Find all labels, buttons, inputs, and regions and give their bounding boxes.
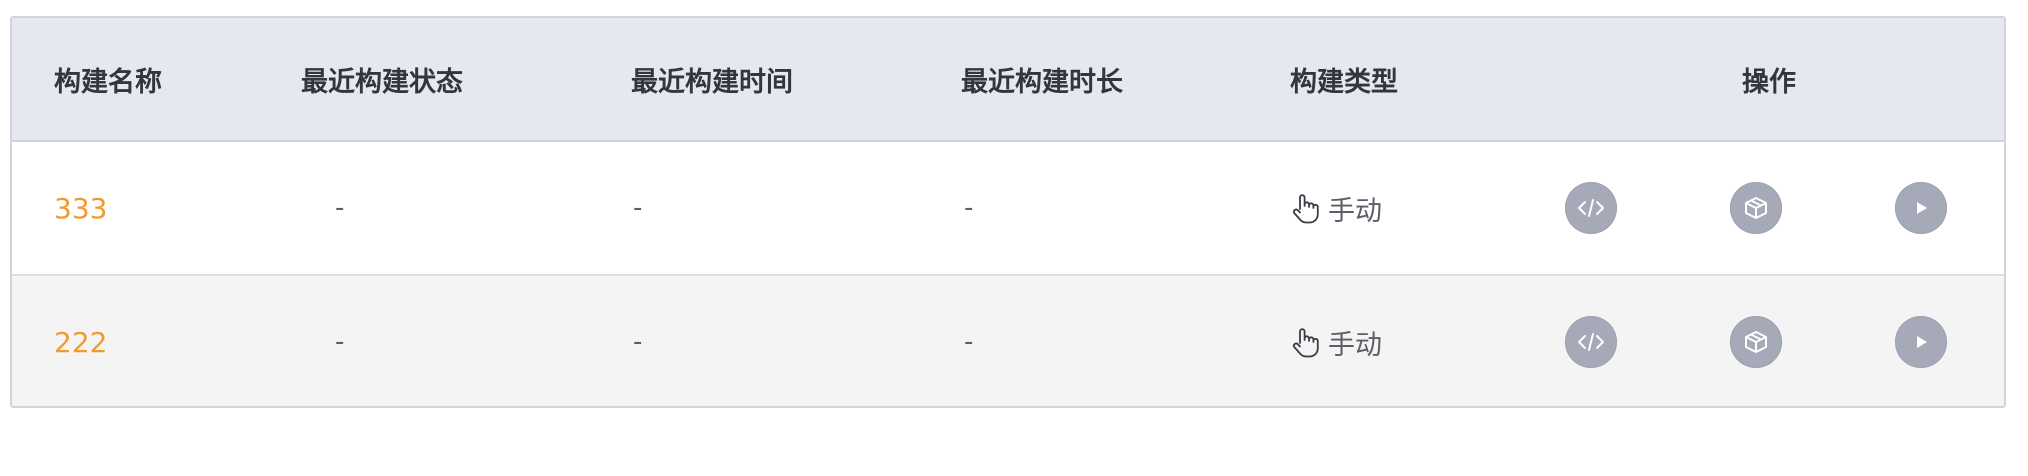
table-row: 333 - - - 手动 (12, 142, 2004, 276)
table-header: 构建名称 最近构建状态 最近构建时间 最近构建时长 构建类型 操作 (12, 18, 2004, 142)
play-icon (1917, 336, 1927, 348)
build-table: 构建名称 最近构建状态 最近构建时间 最近构建时长 构建类型 操作 333 - … (10, 16, 2006, 408)
code-icon (1578, 199, 1604, 217)
table-row: 222 - - - 手动 (12, 276, 2004, 406)
view-code-button[interactable] (1565, 316, 1617, 368)
header-actions: 操作 (1742, 66, 1796, 98)
run-build-button[interactable] (1895, 182, 1947, 234)
package-icon (1745, 197, 1767, 219)
view-artifact-button[interactable] (1730, 182, 1782, 234)
header-build-name: 构建名称 (54, 66, 162, 98)
play-icon (1917, 202, 1927, 214)
view-code-button[interactable] (1565, 182, 1617, 234)
package-icon (1745, 331, 1767, 353)
header-last-build-status: 最近构建状态 (301, 66, 463, 98)
run-build-button[interactable] (1895, 316, 1947, 368)
header-build-type: 构建类型 (1290, 66, 1398, 98)
header-last-build-time: 最近构建时间 (631, 66, 793, 98)
code-icon (1578, 333, 1604, 351)
header-last-build-duration: 最近构建时长 (961, 66, 1123, 98)
view-artifact-button[interactable] (1730, 316, 1782, 368)
